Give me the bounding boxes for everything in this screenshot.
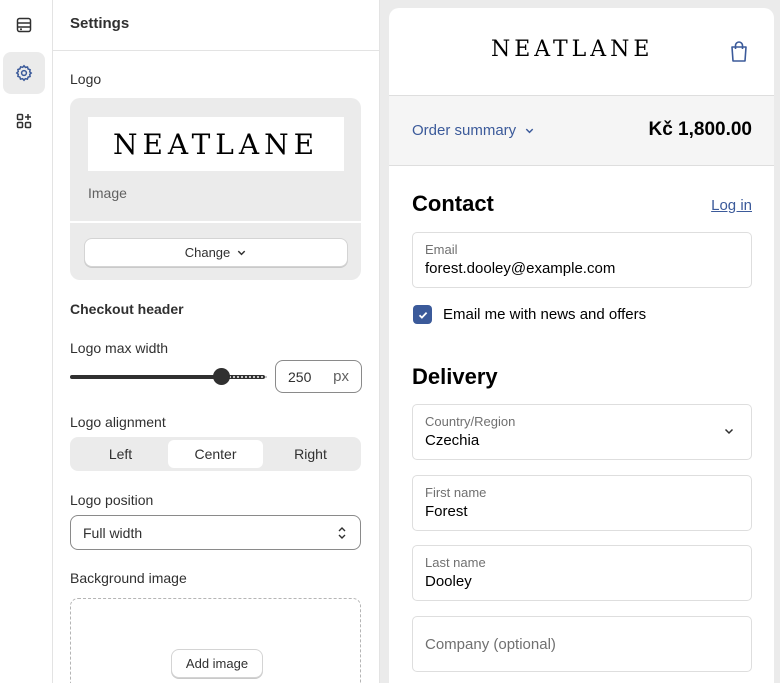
apps-button[interactable] (3, 100, 45, 142)
logo-position-select[interactable]: Full width (70, 515, 361, 550)
order-summary-toggle[interactable]: Order summary (412, 122, 535, 139)
checkmark-icon (418, 311, 427, 319)
email-label: Email (425, 242, 458, 257)
last-name-value: Dooley (425, 573, 472, 590)
order-total: Kč 1,800.00 (648, 119, 752, 140)
country-value: Czechia (425, 432, 480, 449)
newsletter-label[interactable]: Email me with news and offers (443, 306, 646, 323)
alignment-left-option[interactable]: Left (73, 440, 168, 468)
newsletter-checkbox[interactable] (413, 305, 432, 324)
checkout-preview: NEATLANE Order summary Kč 1,800.00 Conta… (389, 8, 774, 683)
last-name-label: Last name (425, 555, 486, 570)
first-name-field[interactable]: First name Forest (412, 475, 752, 531)
checkout-header-title: Checkout header (70, 301, 184, 317)
panel-title: Settings (53, 0, 379, 51)
change-button-label: Change (184, 245, 231, 260)
logo-card: NEATLANE Image Change (70, 98, 361, 280)
chevron-down-icon (525, 128, 534, 134)
last-name-field[interactable]: Last name Dooley (412, 545, 752, 601)
alignment-center-option[interactable]: Center (168, 440, 263, 468)
country-label: Country/Region (425, 414, 516, 429)
order-summary-label: Order summary (412, 122, 517, 139)
apps-icon (16, 113, 32, 129)
app-rail (0, 0, 53, 683)
logo-label: Logo (70, 71, 102, 87)
chevron-down-icon (238, 250, 246, 256)
email-field[interactable]: Email forest.dooley@example.com (412, 232, 752, 288)
login-link[interactable]: Log in (711, 197, 752, 214)
settings-icon (15, 64, 33, 82)
chevron-down-icon (724, 428, 734, 435)
logo-preview[interactable]: NEATLANE (88, 117, 344, 171)
logo-position-value: Full width (83, 524, 143, 541)
slider-remaining-track (229, 376, 267, 378)
checkout-header: NEATLANE (389, 8, 774, 96)
sections-icon (16, 17, 32, 33)
logo-position-label: Logo position (70, 492, 154, 508)
logo-max-width-input[interactable]: 250 px (275, 360, 362, 393)
logo-max-width-value: 250 (288, 368, 312, 385)
country-select[interactable]: Country/Region Czechia (412, 404, 752, 460)
change-logo-button[interactable]: Change (84, 238, 348, 267)
logo-alignment-label: Logo alignment (70, 414, 166, 430)
add-image-button[interactable]: Add image (171, 649, 263, 678)
contact-heading: Contact (412, 191, 494, 216)
logo-image-label: Image (88, 185, 127, 201)
order-summary-bar: Order summary Kč 1,800.00 (389, 96, 774, 166)
select-chevrons-icon (338, 526, 346, 539)
alignment-right-option[interactable]: Right (263, 440, 358, 468)
logo-max-width-label: Logo max width (70, 340, 169, 356)
background-image-label: Background image (70, 570, 187, 586)
company-placeholder: Company (optional) (425, 636, 556, 653)
shopping-bag-icon[interactable] (728, 40, 750, 64)
store-logo[interactable]: NEATLANE (491, 37, 653, 62)
background-image-dropzone[interactable]: Add image (70, 598, 361, 683)
company-field[interactable]: Company (optional) (412, 616, 752, 672)
first-name-value: Forest (425, 503, 468, 520)
logo-max-width-unit: px (333, 368, 349, 385)
settings-button[interactable] (3, 52, 45, 94)
first-name-label: First name (425, 485, 487, 500)
settings-panel: Settings Logo NEATLANE Image Change Chec… (53, 0, 380, 683)
logo-alignment-segmented-control: Left Center Right (70, 437, 361, 471)
email-value: forest.dooley@example.com (425, 260, 616, 277)
divider (70, 221, 361, 223)
logo-max-width-slider-handle[interactable] (213, 368, 230, 385)
delivery-heading: Delivery (412, 364, 498, 389)
sections-button[interactable] (3, 4, 45, 46)
